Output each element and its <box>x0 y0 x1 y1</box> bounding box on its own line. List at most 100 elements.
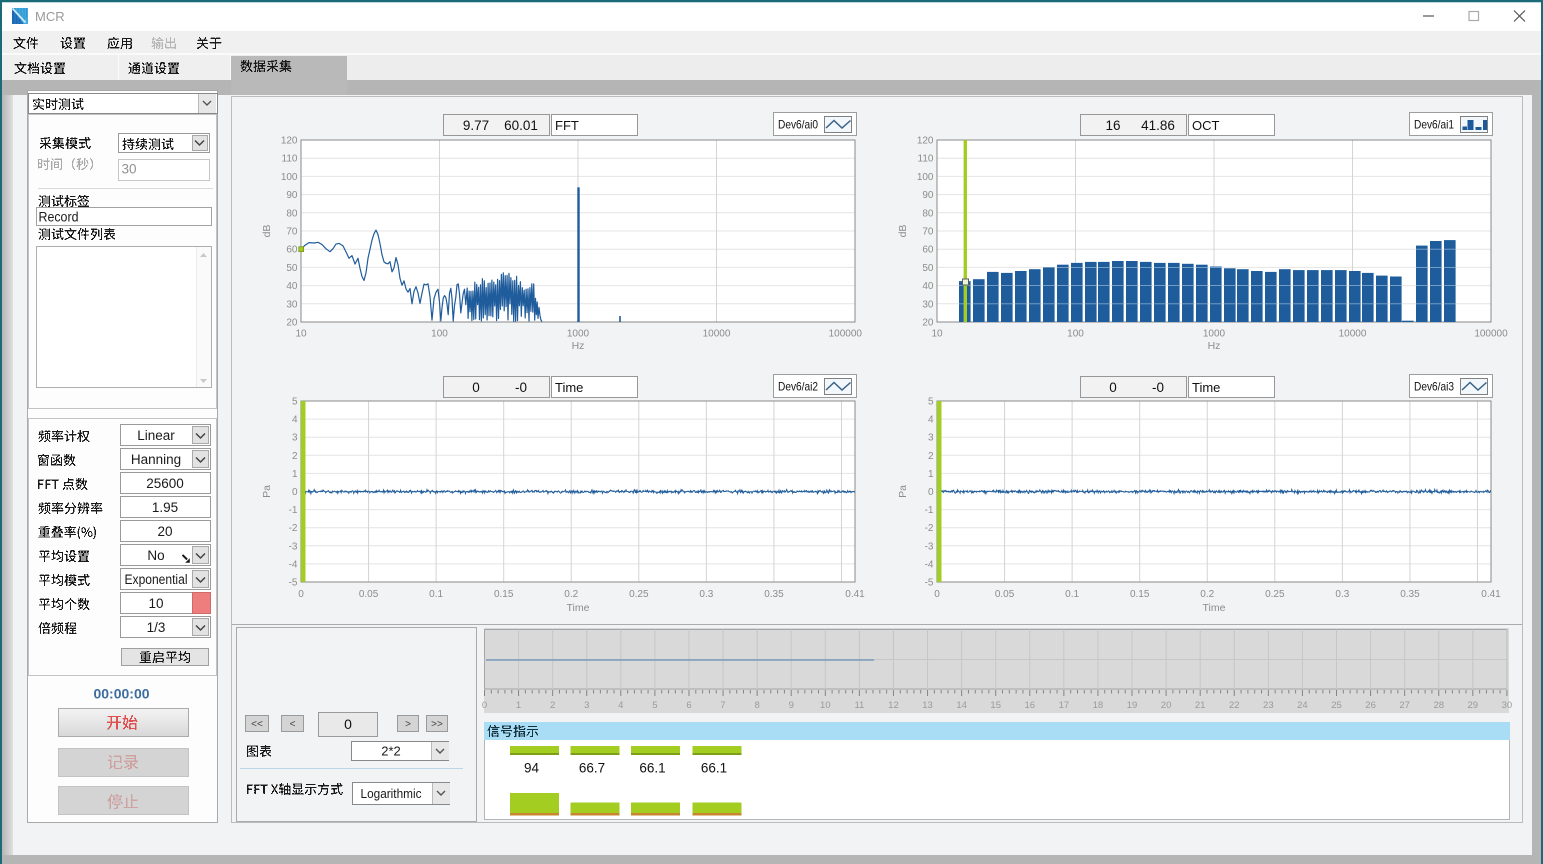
svg-text:Time: Time <box>555 380 583 395</box>
svg-text:13: 13 <box>922 700 933 711</box>
svg-text:110: 110 <box>918 154 934 165</box>
svg-text:0.15: 0.15 <box>494 589 514 600</box>
svg-text:0: 0 <box>298 589 304 600</box>
svg-text:-4: -4 <box>289 559 298 570</box>
svg-text:-1: -1 <box>289 505 298 516</box>
svg-text:-4: -4 <box>925 559 934 570</box>
svg-text:40: 40 <box>286 281 298 292</box>
svg-text:100: 100 <box>917 172 934 183</box>
svg-text:16: 16 <box>1024 700 1035 711</box>
svg-text:20: 20 <box>1161 700 1172 711</box>
svg-text:Time: Time <box>567 602 590 614</box>
svg-text:60.01: 60.01 <box>504 118 538 133</box>
svg-text:70: 70 <box>286 227 298 238</box>
svg-text:30: 30 <box>1502 700 1513 711</box>
svg-text:Pa: Pa <box>261 485 273 498</box>
svg-text:66.1: 66.1 <box>639 761 665 776</box>
svg-text:120: 120 <box>917 136 934 147</box>
svg-text:20: 20 <box>157 524 172 539</box>
svg-text:10: 10 <box>295 329 307 340</box>
svg-text:26: 26 <box>1365 700 1376 711</box>
svg-text:dB: dB <box>897 225 909 238</box>
svg-text:Dev6/ai2: Dev6/ai2 <box>778 380 818 394</box>
svg-text:3: 3 <box>292 433 298 444</box>
svg-text:0.35: 0.35 <box>1400 589 1420 600</box>
svg-text:Logarithmic: Logarithmic <box>361 786 422 801</box>
svg-text:0: 0 <box>928 487 934 498</box>
svg-text:0.15: 0.15 <box>1130 589 1150 600</box>
svg-text:Dev6/ai1: Dev6/ai1 <box>1414 118 1454 132</box>
svg-text:2: 2 <box>292 451 298 462</box>
svg-text:4: 4 <box>292 415 298 426</box>
svg-text:27: 27 <box>1399 700 1410 711</box>
svg-text:80: 80 <box>286 208 298 219</box>
svg-text:0.41: 0.41 <box>1481 589 1501 600</box>
svg-text:5: 5 <box>928 397 934 408</box>
svg-text:110: 110 <box>282 154 298 165</box>
svg-text:30: 30 <box>122 162 137 177</box>
svg-text:0.2: 0.2 <box>564 589 578 600</box>
svg-text:Hz: Hz <box>1208 340 1221 352</box>
svg-text:0.1: 0.1 <box>1065 589 1079 600</box>
svg-text:-3: -3 <box>289 541 298 552</box>
svg-text:10000: 10000 <box>1339 329 1367 340</box>
svg-text:FFT: FFT <box>555 118 579 133</box>
svg-text:41.86: 41.86 <box>1141 118 1175 133</box>
svg-text:0.41: 0.41 <box>845 589 865 600</box>
svg-text:3: 3 <box>584 700 589 711</box>
svg-text:1/3: 1/3 <box>147 620 166 635</box>
svg-text:MCR: MCR <box>35 9 65 24</box>
svg-text:60: 60 <box>286 245 298 256</box>
svg-text:Dev6/ai0: Dev6/ai0 <box>778 118 818 132</box>
svg-text:-5: -5 <box>289 578 298 589</box>
svg-text:17: 17 <box>1059 700 1070 711</box>
svg-text:1: 1 <box>292 469 298 480</box>
svg-text:0: 0 <box>344 716 352 732</box>
svg-text:80: 80 <box>922 208 934 219</box>
svg-text:1.95: 1.95 <box>152 500 178 515</box>
svg-text:14: 14 <box>956 700 967 711</box>
svg-text:5: 5 <box>292 397 298 408</box>
svg-text:24: 24 <box>1297 700 1308 711</box>
svg-text:>>: >> <box>431 719 443 730</box>
svg-text:dB: dB <box>261 225 273 238</box>
svg-text:1000: 1000 <box>1203 329 1226 340</box>
svg-text:20: 20 <box>286 318 298 329</box>
svg-text:1000: 1000 <box>567 329 590 340</box>
svg-text:0.35: 0.35 <box>764 589 784 600</box>
svg-text:11: 11 <box>854 700 864 711</box>
svg-text:66.1: 66.1 <box>701 761 727 776</box>
svg-text:-0: -0 <box>515 380 527 395</box>
svg-text:-2: -2 <box>289 523 298 534</box>
svg-text:<<: << <box>251 719 263 730</box>
svg-text:8: 8 <box>754 700 759 711</box>
svg-text:4: 4 <box>928 415 934 426</box>
svg-text:20: 20 <box>922 318 934 329</box>
svg-text:12: 12 <box>888 700 899 711</box>
svg-text:Dev6/ai3: Dev6/ai3 <box>1414 380 1454 394</box>
svg-text:15: 15 <box>990 700 1001 711</box>
svg-text:0: 0 <box>934 589 940 600</box>
svg-text:-1: -1 <box>925 505 934 516</box>
svg-text:30: 30 <box>922 299 934 310</box>
svg-text:0.3: 0.3 <box>699 589 713 600</box>
svg-text:00:00:00: 00:00:00 <box>93 686 149 702</box>
svg-text:100: 100 <box>281 172 298 183</box>
svg-text:9.77: 9.77 <box>463 118 489 133</box>
svg-text:2: 2 <box>928 451 934 462</box>
svg-text:Exponential: Exponential <box>125 572 188 587</box>
svg-text:<: < <box>290 719 296 730</box>
svg-text:9: 9 <box>789 700 794 711</box>
svg-text:-3: -3 <box>925 541 934 552</box>
svg-text:10: 10 <box>820 700 831 711</box>
svg-text:0.05: 0.05 <box>359 589 379 600</box>
svg-text:Hz: Hz <box>572 340 585 352</box>
svg-text:Pa: Pa <box>897 485 909 498</box>
svg-text:2*2: 2*2 <box>381 744 401 759</box>
svg-text:30: 30 <box>286 299 298 310</box>
svg-text:0: 0 <box>1109 380 1117 395</box>
svg-text:16: 16 <box>1105 118 1120 133</box>
svg-text:Time: Time <box>1203 602 1226 614</box>
svg-text:66.7: 66.7 <box>579 761 605 776</box>
svg-text:50: 50 <box>286 263 298 274</box>
